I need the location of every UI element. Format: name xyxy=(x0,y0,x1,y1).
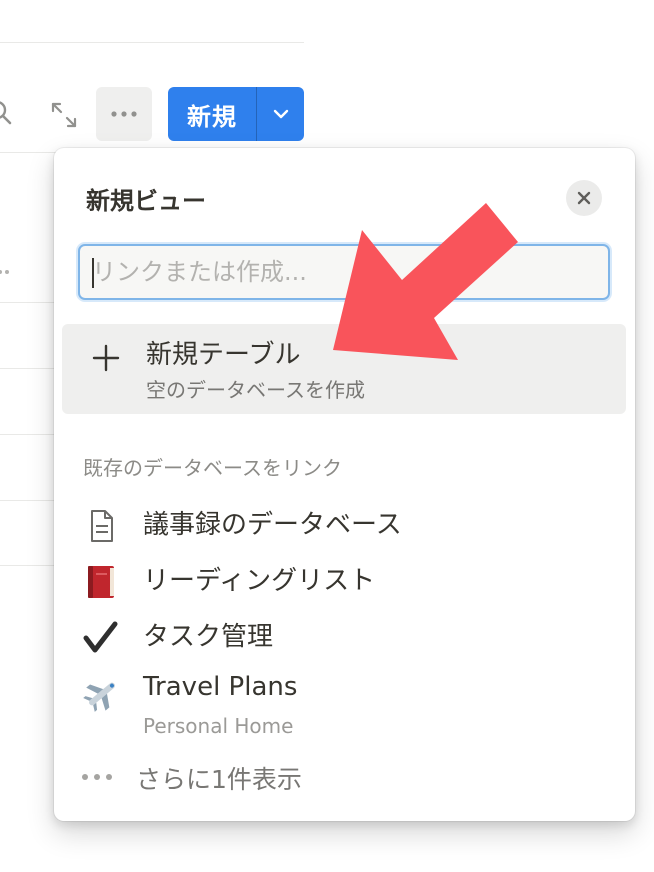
page-divider xyxy=(0,42,304,43)
table-row-divider xyxy=(0,434,60,435)
database-item-minutes[interactable]: 議事録のデータベース xyxy=(82,504,602,544)
more-icon xyxy=(111,111,137,117)
show-more-button[interactable]: さらに1件表示 xyxy=(80,760,380,800)
database-item-workspace: Personal Home xyxy=(143,714,294,738)
database-item-label: 議事録のデータベース xyxy=(143,510,402,540)
new-dropdown-button[interactable] xyxy=(257,87,304,141)
section-label: 既存のデータベースをリンク xyxy=(83,456,342,480)
database-item-reading-list[interactable]: リーディングリスト xyxy=(82,560,602,600)
table-row-divider xyxy=(0,302,60,303)
database-item-label: タスク管理 xyxy=(143,622,274,652)
chevron-down-icon xyxy=(273,109,288,119)
new-button[interactable]: 新規 xyxy=(168,87,256,141)
arrow-icon xyxy=(333,203,518,360)
show-more-label: さらに1件表示 xyxy=(136,765,302,794)
table-row-divider xyxy=(0,368,60,369)
text-cursor xyxy=(92,258,94,288)
page-icon xyxy=(91,510,113,542)
more-icon xyxy=(82,774,112,780)
new-table-label: 新規テーブル xyxy=(146,340,301,370)
plus-icon xyxy=(92,344,120,372)
red-book-icon xyxy=(88,566,114,598)
table-row-divider xyxy=(0,152,60,153)
new-button-group: 新規 xyxy=(168,87,304,141)
table-row-divider xyxy=(0,565,60,566)
search-icon[interactable] xyxy=(0,98,18,128)
database-item-task-management[interactable]: タスク管理 xyxy=(82,616,602,656)
popup-title: 新規ビュー xyxy=(86,187,206,215)
more-options-button[interactable] xyxy=(96,87,152,141)
row-more-icon[interactable] xyxy=(0,262,12,281)
expand-icon[interactable] xyxy=(50,101,78,129)
airplane-icon xyxy=(83,682,115,712)
new-table-sublabel: 空のデータベースを作成 xyxy=(146,378,365,402)
database-item-label: リーディングリスト xyxy=(143,566,376,596)
check-mark-icon xyxy=(83,621,118,653)
table-row-divider xyxy=(0,500,60,501)
close-icon xyxy=(577,191,591,205)
close-button[interactable] xyxy=(566,180,602,216)
database-item-label: Travel Plans xyxy=(143,672,298,702)
database-item-travel-plans[interactable]: Travel Plans Personal Home xyxy=(82,672,602,744)
